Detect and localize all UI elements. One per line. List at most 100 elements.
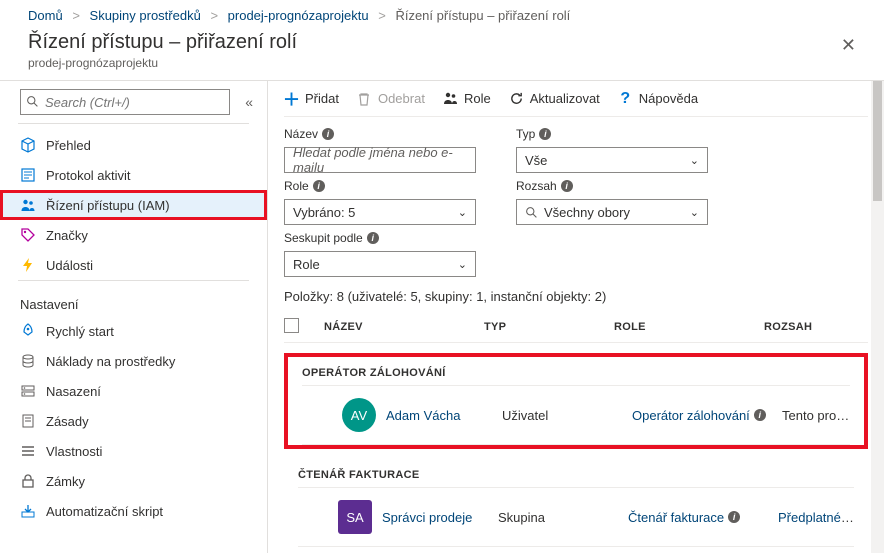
filter-scope-label: Rozsahi [516,179,708,193]
breadcrumb: Domů > Skupiny prostředků > prodej-progn… [0,0,884,31]
row-name-link[interactable]: Adam Vácha [386,408,460,423]
log-icon [20,167,36,183]
content-pane: Přidat Odebrat Role Aktualizovat ? Nápov… [268,81,884,553]
plus-icon [284,91,299,106]
filter-role-label: Rolei [284,179,476,193]
help-icon: ? [618,91,633,106]
remove-label: Odebrat [378,91,425,106]
count-summary: Položky: 8 (uživatelé: 5, skupiny: 1, in… [284,283,868,312]
info-icon[interactable]: i [322,128,334,140]
breadcrumb-link-project[interactable]: prodej-prognózaprojektu [228,8,369,23]
filter-type-select[interactable]: Vše⌄ [516,147,708,173]
tag-icon [20,227,36,243]
chevron-down-icon: ⌄ [458,206,467,219]
roles-icon [443,91,458,106]
flash-icon [20,257,36,273]
chevron-double-left-icon: « [245,94,253,110]
breadcrumb-sep: > [66,8,86,23]
info-icon[interactable]: i [313,180,325,192]
filter-groupby-label: Seskupit podlei [284,231,476,245]
breadcrumb-link-home[interactable]: Domů [28,8,63,23]
help-button[interactable]: ? Nápověda [618,91,698,106]
script-icon [20,503,36,519]
sidebar-item-deploy[interactable]: Nasazení [0,376,267,406]
sidebar-item-label: Značky [46,228,88,243]
scrollbar-track[interactable] [871,81,884,553]
filter-name-input[interactable]: Hledat podle jména nebo e-mailu [284,147,476,173]
search-icon [525,206,538,219]
close-button[interactable]: ✕ [841,31,856,56]
sidebar-item-policy[interactable]: Zásady [0,406,267,436]
rocket-icon [20,323,36,339]
breadcrumb-sep: > [372,8,392,23]
help-label: Nápověda [639,91,698,106]
role-group: OPERÁTOR ZÁLOHOVÁNÍAVAdam VáchaUživatelO… [284,353,868,449]
scrollbar-thumb[interactable] [873,81,882,201]
filter-role-select[interactable]: Vybráno: 5⌄ [284,199,476,225]
info-icon[interactable]: i [539,128,551,140]
row-scope-link[interactable]: Předplatné [778,510,854,525]
info-icon[interactable]: i [561,180,573,192]
breadcrumb-link-rg[interactable]: Skupiny prostředků [90,8,201,23]
toolbar: Přidat Odebrat Role Aktualizovat ? Nápov… [284,91,868,117]
collapse-sidebar-button[interactable]: « [235,94,257,110]
sidebar-item-money[interactable]: Náklady na prostředky [0,346,267,376]
group-title: OPERÁTOR ZÁLOHOVÁNÍ [288,357,864,385]
sidebar-item-label: Vlastnosti [46,444,102,459]
filter-type-label: Typi [516,127,708,141]
sidebar: « PřehledProtokol aktivitŘízení přístupu… [0,81,268,553]
refresh-button[interactable]: Aktualizovat [509,91,600,106]
sidebar-item-label: Nasazení [46,384,101,399]
add-button[interactable]: Přidat [284,91,339,106]
policy-icon [20,413,36,429]
filter-groupby-select[interactable]: Role⌄ [284,251,476,277]
deploy-icon [20,383,36,399]
search-input[interactable] [20,89,230,115]
row-role-link[interactable]: Čtenář fakturace i [628,510,740,525]
header-role[interactable]: ROLE [614,321,764,333]
sidebar-item-lock[interactable]: Zámky [0,466,267,496]
chevron-down-icon: ⌄ [690,206,699,219]
select-all-checkbox[interactable] [284,318,299,333]
sidebar-item-label: Rychlý start [46,324,114,339]
info-icon[interactable]: i [754,409,766,421]
filter-scope-select[interactable]: Všechny obory ⌄ [516,199,708,225]
remove-button: Odebrat [357,91,425,106]
sidebar-item-rocket[interactable]: Rychlý start [0,316,267,346]
sidebar-item-label: Automatizační skript [46,504,163,519]
refresh-label: Aktualizovat [530,91,600,106]
filter-name-label: Názevi [284,127,476,141]
header-name[interactable]: NÁZEV [324,321,484,333]
header-scope[interactable]: ROZSAH [764,321,868,333]
sidebar-item-tag[interactable]: Značky [0,220,267,250]
sidebar-item-label: Zásady [46,414,89,429]
info-icon[interactable]: i [728,511,740,523]
row-name-link[interactable]: Správci prodeje [382,510,472,525]
table-row[interactable]: AVAdam VáchaUživatelOperátor zálohování … [288,386,864,444]
sidebar-section-settings: Nastavení [0,287,267,316]
roles-button[interactable]: Role [443,91,491,106]
sidebar-item-flash[interactable]: Události [0,250,267,280]
header-type[interactable]: TYP [484,321,614,333]
roles-label: Role [464,91,491,106]
role-group: ČTENÁŘ FAKTURACESASprávci prodejeSkupina… [284,459,868,547]
cube-icon [20,137,36,153]
sidebar-item-label: Náklady na prostředky [46,354,175,369]
sidebar-item-people[interactable]: Řízení přístupu (IAM) [0,190,267,220]
money-icon [20,353,36,369]
row-role-link[interactable]: Operátor zálohování i [632,408,766,423]
sidebar-item-script[interactable]: Automatizační skript [0,496,267,526]
breadcrumb-current: Řízení přístupu – přiřazení rolí [395,8,570,23]
chevron-down-icon: ⌄ [690,154,699,167]
chevron-down-icon: ⌄ [458,258,467,271]
table-row[interactable]: SASprávci prodejeSkupinaČtenář fakturace… [284,488,868,546]
add-label: Přidat [305,91,339,106]
sidebar-item-cube[interactable]: Přehled [0,130,267,160]
sidebar-item-props[interactable]: Vlastnosti [0,436,267,466]
sidebar-item-log[interactable]: Protokol aktivit [0,160,267,190]
list-header: NÁZEV TYP ROLE ROZSAH [284,312,868,343]
sidebar-item-label: Události [46,258,93,273]
avatar: SA [338,500,372,534]
info-icon[interactable]: i [367,232,379,244]
page-subtitle: prodej-prognózaprojektu [28,56,841,70]
